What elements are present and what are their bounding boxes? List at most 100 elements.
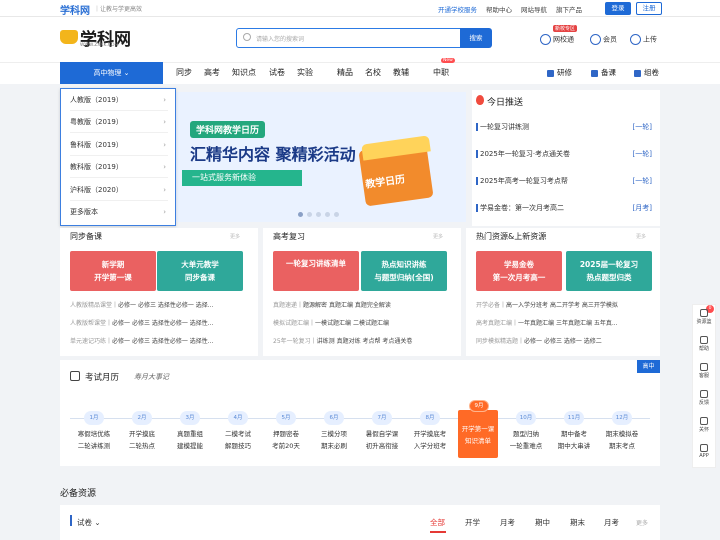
list-item[interactable]: 25年一轮复习｜讲练测 真题对练 考点帮 考点通关卷 [273,336,459,345]
current-month-topics[interactable]: 开学第一课 知识清单 [458,423,498,447]
nav-experiment[interactable]: 实验 [297,62,313,84]
month-pill[interactable]: 7月 [372,411,392,425]
rail-service[interactable]: 客服 [692,363,716,379]
list-item[interactable]: 高考真题汇编｜一年真题汇编 三年真题汇编 五年真... [476,318,656,327]
month-pill[interactable]: 3月 [180,411,200,425]
month-pill[interactable]: 5月 [276,411,296,425]
month-topics[interactable]: 开学摸底考 入学分班考 [408,428,452,452]
edition-item[interactable]: 教科版（2019） › [70,156,168,178]
list-item[interactable]: 人教版精品课堂｜必修一 必修三 选择性必修一 选择... [70,300,250,309]
month-pill[interactable]: 1月 [84,411,104,425]
today-item[interactable]: 2025年高考一轮复习考点帮 [一轮] [476,176,652,186]
header-vip-link[interactable]: 会员 [590,34,617,45]
month-pill[interactable]: 10月 [516,411,536,425]
rail-app[interactable]: APP [692,444,716,459]
nav-gaokao[interactable]: 高考 [204,62,220,84]
month-topics[interactable]: 押题密卷 考前20天 [264,428,308,452]
header-upload-link[interactable]: 上传 [630,34,657,45]
school-badge: 新校专区 [553,25,578,32]
promo-card[interactable]: 新学期 开学第一课 [70,251,156,291]
today-item[interactable]: 2025年一轮复习·考点通关卷 [一轮] [476,149,652,159]
today-title: 今日推送 [487,98,524,108]
list-item[interactable]: 同步模拟精选题｜必修一 必修三 选修一 选修二 [476,336,656,345]
promo-card[interactable]: 2025届一轮复习 热点题型归类 [566,251,652,291]
nav-guide[interactable]: 教辅 [393,62,409,84]
top-link-products[interactable]: 旗下产品 [556,4,582,14]
banner-dots[interactable] [298,212,339,217]
subject-select[interactable]: 高中物理 ⌄ [60,62,163,84]
nav-famous[interactable]: 名校 [365,62,381,84]
search-button[interactable]: 搜索 [460,28,492,48]
level-badge[interactable]: 高中 [637,360,660,373]
top-link-school[interactable]: 开通学校服务 [438,4,477,14]
month-topics[interactable]: 期末模拟卷 期末考点 [600,428,644,452]
nav-training[interactable]: 研修 [547,62,572,84]
tab-monthly[interactable]: 月考 [500,517,515,528]
calendar-title: 考试月历 [85,373,120,383]
tab-start[interactable]: 开学 [465,517,480,528]
list-item[interactable]: 单元速记巧练｜必修一 必修三 选择性必修一 选择性... [70,336,250,345]
logo-icon[interactable] [60,30,78,44]
month-pill[interactable]: 6月 [324,411,344,425]
rail-basket[interactable]: 资源篮 [692,309,716,325]
promo-card[interactable]: 学易金卷 第一次月考高一 [476,251,562,291]
tab-midterm[interactable]: 期中 [535,517,550,528]
list-item[interactable]: 人教版帮课堂｜必修一 必修三 选择性必修一 选择性... [70,318,250,327]
register-button[interactable]: 注册 [636,2,662,15]
promo-card[interactable]: 大单元教学 同步备课 [157,251,243,291]
nav-premium[interactable]: 精品 [337,62,353,84]
nav-vocational[interactable]: 中职 [433,62,449,84]
today-item[interactable]: 一轮复习讲练测 [一轮] [476,122,652,132]
month-topics[interactable]: 寒假培优练 二轮讲练测 [72,428,116,452]
list-item[interactable]: 开学必备｜高一入学分班考 高二开学考 高三开学模拟 [476,300,656,309]
current-month-pill[interactable]: 9月 [469,400,489,412]
more-link[interactable]: 更多 [636,233,646,240]
more-link[interactable]: 更多 [230,233,240,240]
edition-item[interactable]: 鲁科版（2019） › [70,134,168,156]
month-topics[interactable]: 真题重组 建模提能 [168,428,212,452]
list-item[interactable]: 模拟试题汇编｜一模试题汇编 二模试题汇编 [273,318,459,327]
top-link-nav[interactable]: 网站导航 [521,4,547,14]
nav-knowledge[interactable]: 知识点 [232,62,256,84]
month-pill[interactable]: 11月 [564,411,584,425]
list-item[interactable]: 真题速递｜题源解密 真题汇编 真题完全解读 [273,300,459,309]
section-title: 同步备课 [70,232,102,241]
top-link-help[interactable]: 帮助中心 [486,4,512,14]
month-pill[interactable]: 8月 [420,411,440,425]
edition-item[interactable]: 人教版（2019） › [70,89,168,111]
promo-card[interactable]: 一轮复习讲练清单 [273,251,359,291]
month-pill[interactable]: 4月 [228,411,248,425]
month-topics[interactable]: 题型归纳 一轮重难点 [504,428,548,452]
rail-help[interactable]: 帮助 [692,336,716,352]
month-pill[interactable]: 12月 [612,411,632,425]
tab-final[interactable]: 期末 [570,517,585,528]
today-item[interactable]: 学易金卷：第一次月考高二 [月考] [476,203,652,213]
top-logo[interactable]: 学科网 [60,2,90,17]
tab-all[interactable]: 全部 [430,517,445,528]
chevron-right-icon: › [163,163,166,171]
compose-icon [634,69,641,77]
month-topics[interactable]: 期中备考 期中大串讲 [552,428,596,452]
tab-monthly-2[interactable]: 月考 [604,517,619,528]
month-topics[interactable]: 开学摸底 二轮热点 [120,428,164,452]
month-pill[interactable]: 2月 [132,411,152,425]
edition-item[interactable]: 粤教版（2019） › [70,111,168,133]
page: 学科网 ｜让教与学更高效 开通学校服务 帮助中心 网站导航 旗下产品 登录 注册… [0,0,720,540]
rail-care[interactable]: 关怀 [692,417,716,433]
more-link[interactable]: 更多 [636,518,648,527]
login-button[interactable]: 登录 [605,2,631,15]
promo-card[interactable]: 热点知识讲练 与题型归纳(全国) [361,251,447,291]
month-topics[interactable]: 三模分项 期末必刷 [312,428,356,452]
month-topics[interactable]: 二模考试 解题技巧 [216,428,260,452]
header-school-link[interactable]: 网校通 [540,34,574,45]
nav-compose[interactable]: 组卷 [634,62,659,84]
nav-papers[interactable]: 试卷 [269,62,285,84]
nav-sync[interactable]: 同步 [176,62,192,84]
filter-select[interactable]: 试卷 ⌄ [77,517,101,528]
nav-prepare[interactable]: 备课 [591,62,616,84]
edition-item[interactable]: 沪科版（2020） › [70,179,168,201]
more-link[interactable]: 更多 [433,233,443,240]
edition-item-more[interactable]: 更多版本 › [70,201,168,223]
rail-feedback[interactable]: 反馈 [692,390,716,406]
month-topics[interactable]: 暑假自学课 初升高衔接 [360,428,404,452]
